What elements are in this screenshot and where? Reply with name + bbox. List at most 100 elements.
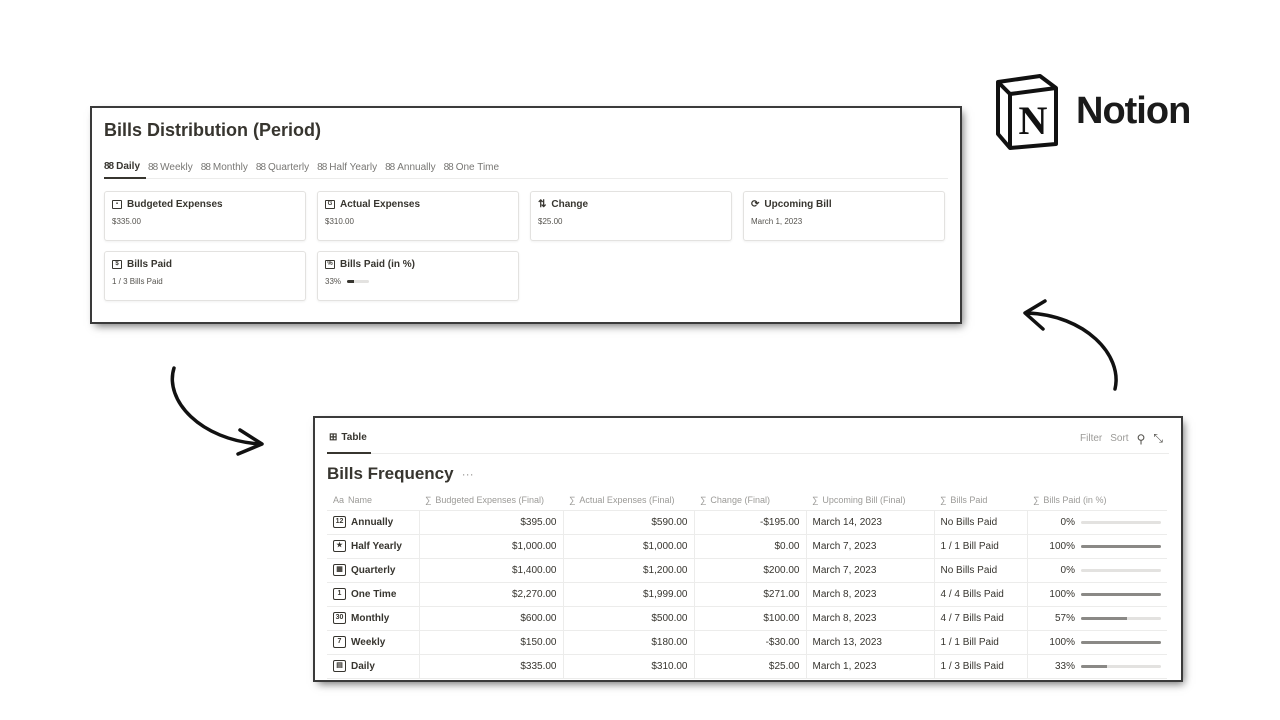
cell-bills-paid[interactable]: No Bills Paid (934, 510, 1028, 535)
sort-button[interactable]: Sort (1110, 433, 1128, 444)
tab-half-yearly[interactable]: 88 Half Yearly (317, 155, 383, 179)
tab-monthly[interactable]: 88 Monthly (201, 155, 254, 179)
cell-name[interactable]: ▦ Quarterly (327, 558, 420, 583)
cell-upcoming[interactable]: March 1, 2023 (806, 654, 935, 679)
cell-name[interactable]: 30 Monthly (327, 606, 420, 631)
table-row[interactable]: ▤ Daily $335.00 $310.00 $25.00 March 1, 2023 1… (327, 654, 1167, 679)
cell-change[interactable]: $271.00 (694, 582, 807, 607)
gallery-icon: 88 (443, 161, 454, 173)
card-bills-paid[interactable]: $ Bills Paid 1 / 3 Bills Paid (104, 251, 306, 301)
cell-change[interactable]: $0.00 (694, 534, 807, 559)
card-change[interactable]: ⇅ Change $25.00 (530, 191, 732, 241)
column-header[interactable]: ∑ Upcoming Bill (Final) (806, 490, 934, 511)
tab-daily[interactable]: 88 Daily (104, 155, 147, 179)
cell-bills-paid[interactable]: 1 / 1 Bill Paid (934, 630, 1028, 655)
cell-actual[interactable]: $310.00 (563, 654, 695, 679)
tab-weekly[interactable]: 88 Weekly (148, 155, 199, 179)
cell-budget[interactable]: $395.00 (419, 510, 564, 535)
cell-budget[interactable]: $2,270.00 (419, 582, 564, 607)
cell-actual[interactable]: $1,200.00 (563, 558, 695, 583)
cell-change[interactable]: $200.00 (694, 558, 807, 583)
cell-name[interactable]: ▤ Daily (327, 654, 420, 679)
table-row[interactable]: 12 Annually $395.00 $590.00 -$195.00 March 14… (327, 510, 1167, 535)
cell-bills-paid-percent[interactable]: 0% (1027, 510, 1167, 535)
cell-actual[interactable]: $1,999.00 (563, 582, 695, 607)
cell-actual[interactable]: $500.00 (563, 606, 695, 631)
column-header[interactable]: ∑ Change (Final) (694, 490, 806, 511)
column-header[interactable]: Aa Name (327, 490, 419, 511)
cell-name[interactable]: 1 One Time (327, 582, 420, 607)
cell-bills-paid[interactable]: 4 / 7 Bills Paid (934, 606, 1028, 631)
progress-bar (1081, 568, 1161, 572)
row-name: Quarterly (351, 564, 396, 576)
cell-bills-paid[interactable]: 1 / 1 Bill Paid (934, 534, 1028, 559)
cell-bills-paid[interactable]: No Bills Paid (934, 558, 1028, 583)
search-icon[interactable]: ⚲ (1137, 432, 1146, 446)
filter-button[interactable]: Filter (1080, 433, 1102, 444)
column-header[interactable]: ∑ Bills Paid (in %) (1027, 490, 1167, 511)
table-row[interactable]: 1 One Time $2,270.00 $1,999.00 $271.00 March … (327, 582, 1167, 607)
table-row[interactable]: ▦ Quarterly $1,400.00 $1,200.00 $200.00 March… (327, 558, 1167, 583)
card-label: Actual Expenses (340, 199, 421, 210)
cell-actual[interactable]: $180.00 (563, 630, 695, 655)
notion-mark-icon: N (996, 74, 1058, 150)
cell-bills-paid-percent[interactable]: 0% (1027, 558, 1167, 583)
card-label: Bills Paid (127, 259, 173, 270)
distribution-tabs: 88 Daily 88 Weekly 88 Monthly 88 Quarterly 8… (104, 155, 948, 179)
cell-budget[interactable]: $600.00 (419, 606, 564, 631)
cell-change[interactable]: $25.00 (694, 654, 807, 679)
cell-upcoming[interactable]: March 7, 2023 (806, 534, 935, 559)
card-upcoming-bill[interactable]: ⟳ Upcoming Bill March 1, 2023 (743, 191, 945, 241)
cell-bills-paid-percent[interactable]: 100% (1027, 534, 1167, 559)
cell-upcoming[interactable]: March 14, 2023 (806, 510, 935, 535)
progress-fill (1081, 592, 1161, 596)
cell-bills-paid-percent[interactable]: 57% (1027, 606, 1167, 631)
calendar-7-icon: 7 (333, 636, 346, 648)
card-actual-expenses[interactable]: G Actual Expenses $310.00 (317, 191, 519, 241)
cell-bills-paid-percent[interactable]: 100% (1027, 582, 1167, 607)
progress-bar (1081, 616, 1161, 620)
cell-budget[interactable]: $1,000.00 (419, 534, 564, 559)
cell-upcoming[interactable]: March 7, 2023 (806, 558, 935, 583)
tab-table-view[interactable]: ⊞ Table (327, 424, 371, 454)
cell-change[interactable]: $100.00 (694, 606, 807, 631)
card-budgeted-expenses[interactable]: ▪ Budgeted Expenses $335.00 (104, 191, 306, 241)
cell-name[interactable]: ★ Half Yearly (327, 534, 420, 559)
notion-logo: N Notion (992, 72, 1191, 150)
cell-bills-paid[interactable]: 1 / 3 Bills Paid (934, 654, 1028, 679)
database-title[interactable]: Bills Frequency (327, 464, 454, 484)
cycle-icon: ⟳ (751, 199, 760, 210)
cell-budget[interactable]: $335.00 (419, 654, 564, 679)
cell-change[interactable]: -$195.00 (694, 510, 807, 535)
column-header[interactable]: ∑ Actual Expenses (Final) (563, 490, 694, 511)
tab-quarterly[interactable]: 88 Quarterly (256, 155, 315, 179)
column-header[interactable]: ∑ Bills Paid (934, 490, 1027, 511)
cell-change[interactable]: -$30.00 (694, 630, 807, 655)
calendar-icon: ▪ (112, 200, 122, 209)
tab-annually[interactable]: 88 Annually (385, 155, 441, 179)
cell-bills-paid-percent[interactable]: 100% (1027, 630, 1167, 655)
cell-upcoming[interactable]: March 8, 2023 (806, 582, 935, 607)
expand-icon[interactable]: ⤡ (1153, 431, 1163, 446)
cell-actual[interactable]: $1,000.00 (563, 534, 695, 559)
column-header[interactable]: ∑ Budgeted Expenses (Final) (419, 490, 563, 511)
card-label: Change (551, 199, 589, 210)
cell-actual[interactable]: $590.00 (563, 510, 695, 535)
cell-bills-paid[interactable]: 4 / 4 Bills Paid (934, 582, 1028, 607)
more-options-icon[interactable]: ··· (462, 467, 474, 481)
cell-bills-paid-percent[interactable]: 33% (1027, 654, 1167, 679)
cell-budget[interactable]: $1,400.00 (419, 558, 564, 583)
tab-one-time[interactable]: 88 One Time (444, 155, 505, 179)
cell-upcoming[interactable]: March 13, 2023 (806, 630, 935, 655)
cell-upcoming[interactable]: March 8, 2023 (806, 606, 935, 631)
table-row[interactable]: 30 Monthly $600.00 $500.00 $100.00 March 8, 2… (327, 606, 1167, 631)
table-row[interactable]: ★ Half Yearly $1,000.00 $1,000.00 $0.00 March… (327, 534, 1167, 559)
cell-budget[interactable]: $150.00 (419, 630, 564, 655)
tab-label: Quarterly (268, 161, 310, 173)
column-header-label: Actual Expenses (Final) (579, 494, 675, 505)
cell-name[interactable]: 12 Annually (327, 510, 420, 535)
card-label: Upcoming Bill (764, 199, 832, 210)
card-bills-paid-percent[interactable]: % Bills Paid (in %) 33% (317, 251, 519, 301)
table-row[interactable]: 7 Weekly $150.00 $180.00 -$30.00 March 13, 20… (327, 630, 1167, 655)
cell-name[interactable]: 7 Weekly (327, 630, 420, 655)
